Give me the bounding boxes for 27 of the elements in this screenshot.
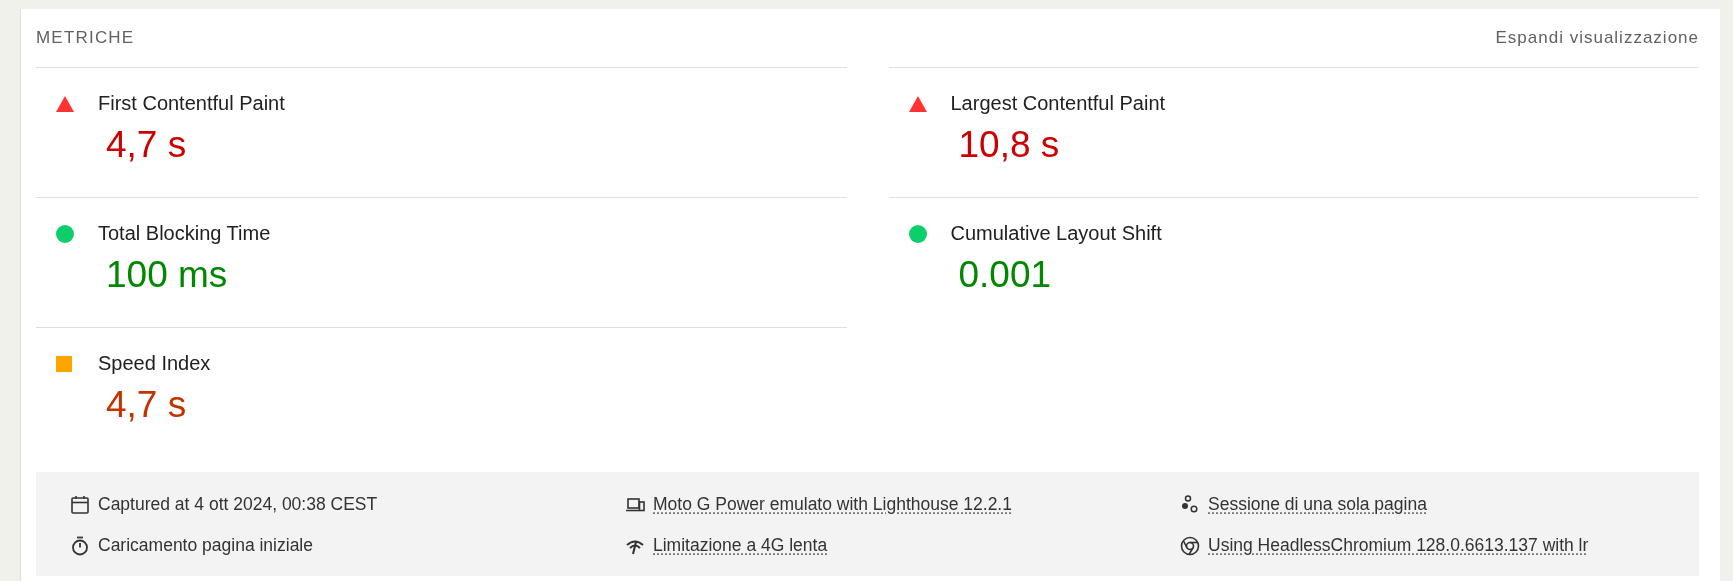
info-link[interactable]: Using HeadlessChromium 128.0.6613.137 with lr xyxy=(1208,535,1589,556)
metric-title: Largest Contentful Paint xyxy=(950,92,1166,115)
metric-title: Total Blocking Time xyxy=(98,222,271,245)
square-icon xyxy=(56,355,72,372)
expand-view-button[interactable]: Espandi visualizzazione xyxy=(1495,28,1699,48)
metric-value: 100 ms xyxy=(106,253,228,297)
metric-value: 10,8 s xyxy=(958,123,1060,167)
section-title: METRICHE xyxy=(36,28,135,48)
dots-icon xyxy=(1180,494,1200,515)
metric-value: 4,7 s xyxy=(106,123,187,167)
stopwatch-icon xyxy=(70,535,90,556)
triangle-icon xyxy=(908,95,927,112)
circle-icon xyxy=(908,224,927,243)
metric-title: Cumulative Layout Shift xyxy=(950,222,1162,245)
metric-value: 0.001 xyxy=(958,253,1052,297)
info-text: Captured at 4 ott 2024, 00:38 CEST xyxy=(98,494,378,515)
triangle-icon xyxy=(56,95,74,112)
metric-title: First Contentful Paint xyxy=(98,92,285,115)
info-link[interactable]: Sessione di una sola pagina xyxy=(1208,494,1427,515)
browser-icon xyxy=(1180,535,1200,556)
calendar-icon xyxy=(70,494,90,515)
info-text: Caricamento pagina iniziale xyxy=(98,535,313,556)
metric-value: 4,7 s xyxy=(106,383,187,427)
info-link[interactable]: Limitazione a 4G lenta xyxy=(653,535,828,556)
circle-icon xyxy=(56,224,74,243)
metric-title: Speed Index xyxy=(98,352,211,375)
info-link[interactable]: Moto G Power emulato with Lighthouse 12.2.1 xyxy=(653,494,1012,515)
